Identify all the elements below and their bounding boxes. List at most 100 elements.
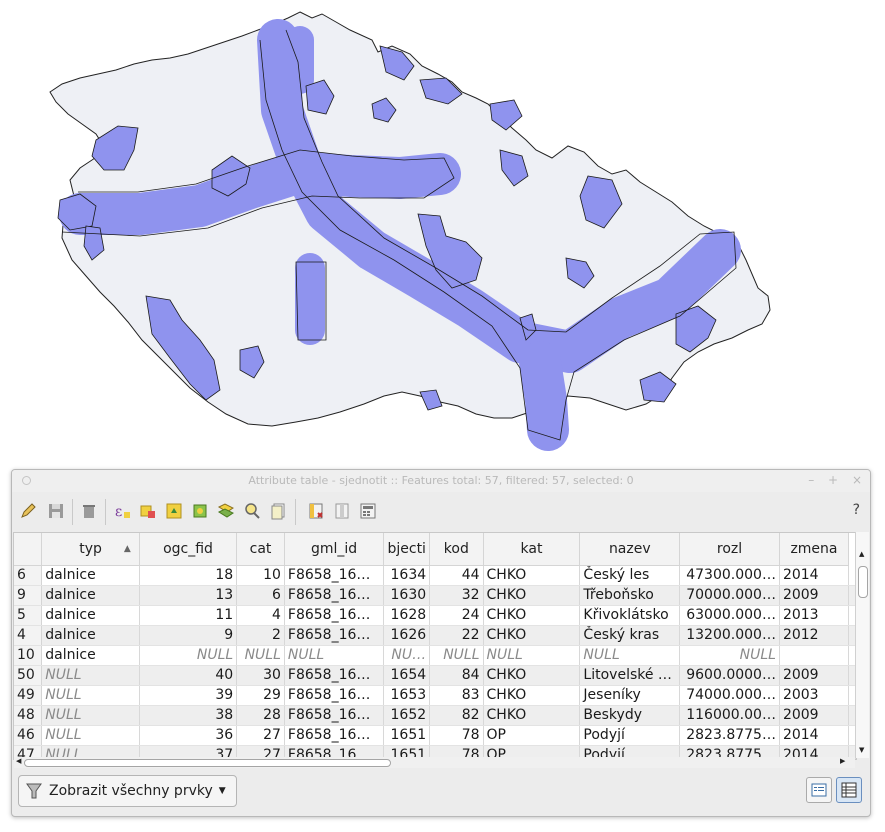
cell-kod[interactable]: 84 [429, 665, 484, 686]
cell-gml_id[interactable]: NULL [284, 645, 385, 666]
cell-gml_id[interactable]: F8658_16… [284, 605, 385, 626]
zoom-to-selection-icon[interactable] [240, 499, 264, 523]
column-header-typ[interactable]: typ ▲ [41, 533, 140, 566]
cell-gml_id[interactable]: F8658_16… [284, 585, 385, 606]
scroll-down-icon[interactable]: ▼ [859, 746, 864, 754]
cell-kat[interactable]: OP [483, 725, 581, 746]
map-canvas[interactable] [0, 0, 885, 470]
cell-rozl[interactable]: NULL [679, 645, 780, 666]
cell-kat[interactable]: CHKO [483, 605, 581, 626]
cell-gml_id[interactable]: F8658_16… [284, 565, 385, 586]
cell-nazev[interactable]: Třeboňsko [579, 585, 681, 606]
save-icon[interactable] [44, 499, 68, 523]
cell-bjecti[interactable]: 1651 [383, 725, 431, 746]
column-header-nazev[interactable]: nazev [579, 533, 681, 566]
cell-nazev[interactable]: Křivoklátsko [579, 605, 681, 626]
cell-typ[interactable]: dalnice [41, 625, 140, 646]
field-calculator-icon[interactable] [356, 499, 380, 523]
invert-selection-icon[interactable] [162, 499, 186, 523]
cell-rozl[interactable]: 74000.000… [679, 685, 780, 706]
cell-rozl[interactable]: 116000.00… [679, 705, 780, 726]
cell-zmena[interactable]: 2012 [779, 625, 850, 646]
cell-kod[interactable]: 83 [429, 685, 484, 706]
copy-icon[interactable] [266, 499, 290, 523]
delete-field-icon[interactable] [330, 499, 354, 523]
cell-kod[interactable]: 82 [429, 705, 484, 726]
cell-typ[interactable]: dalnice [41, 585, 140, 606]
cell-nazev[interactable]: Český les [579, 565, 681, 586]
cell-kat[interactable]: CHKO [483, 565, 581, 586]
cell-zmena[interactable]: 2013 [779, 605, 850, 626]
cell-rozl[interactable]: 9600.0000… [679, 665, 780, 686]
row-header[interactable]: 10 [14, 645, 43, 666]
table-row[interactable]: 46 NULL 36 27 F8658_16… 1651 78 OP Podyjí 2823.87… [14, 725, 856, 746]
cell-bjecti[interactable]: 1652 [383, 705, 431, 726]
row-header[interactable]: 49 [14, 685, 43, 706]
cell-cat[interactable]: 2 [236, 625, 285, 646]
table-row[interactable]: 10 dalnice NULL NULL NULL NU… NULL NULL NULL NULL [14, 645, 856, 666]
cell-cat[interactable]: 6 [236, 585, 285, 606]
cell-rozl[interactable]: 63000.000… [679, 605, 780, 626]
cell-ogc_fid[interactable]: 39 [139, 685, 238, 706]
cell-rozl[interactable]: 2823.8775… [679, 725, 780, 746]
cell-kat[interactable]: CHKO [483, 705, 581, 726]
cell-kat[interactable]: CHKO [483, 685, 581, 706]
row-header[interactable]: 4 [14, 625, 43, 646]
cell-bjecti[interactable]: 1628 [383, 605, 431, 626]
table-row[interactable]: 49 NULL 39 29 F8658_16… 1653 83 CHKO Jeseníky 740… [14, 685, 856, 706]
deselect-icon[interactable] [188, 499, 212, 523]
help-button[interactable]: ? [853, 502, 860, 518]
cell-zmena[interactable]: 2014 [779, 565, 850, 586]
minimize-button[interactable]: – [808, 473, 814, 487]
cell-ogc_fid[interactable]: 38 [139, 705, 238, 726]
cell-cat[interactable]: 28 [236, 705, 285, 726]
cell-bjecti[interactable]: 1634 [383, 565, 431, 586]
cell-typ[interactable]: dalnice [41, 645, 140, 666]
cell-ogc_fid[interactable]: 11 [139, 605, 238, 626]
window-titlebar[interactable]: Attribute table - sjednotit :: Features … [12, 470, 870, 492]
cell-bjecti[interactable]: NU… [383, 645, 431, 666]
cell-gml_id[interactable]: F8658_16… [284, 665, 385, 686]
cell-kat[interactable]: CHKO [483, 585, 581, 606]
horizontal-scrollbar[interactable]: ◀ ▶ [14, 757, 855, 768]
delete-icon[interactable] [77, 499, 101, 523]
cell-rozl[interactable]: 70000.000… [679, 585, 780, 606]
column-header-bjecti[interactable]: bjecti [383, 533, 431, 566]
cell-rozl[interactable]: 47300.000… [679, 565, 780, 586]
cell-bjecti[interactable]: 1653 [383, 685, 431, 706]
cell-gml_id[interactable]: F8658_16… [284, 625, 385, 646]
column-header-zmena[interactable]: zmena [779, 533, 850, 566]
scroll-left-icon[interactable]: ◀ [16, 757, 21, 765]
cell-cat[interactable]: 4 [236, 605, 285, 626]
cell-bjecti[interactable]: 1626 [383, 625, 431, 646]
table-row[interactable]: 48 NULL 38 28 F8658_16… 1652 82 CHKO Beskydy 1160… [14, 705, 856, 726]
cell-zmena[interactable]: 2003 [779, 685, 850, 706]
cell-gml_id[interactable]: F8658_16… [284, 685, 385, 706]
attribute-grid[interactable]: typ ▲ ogc_fid cat gml_id bjecti kod kat n… [13, 532, 857, 760]
cell-kod[interactable]: 78 [429, 725, 484, 746]
table-row[interactable]: 4 dalnice 9 2 F8658_16… 1626 22 CHKO Český kras 1… [14, 625, 856, 646]
select-all-icon[interactable] [136, 499, 160, 523]
table-row[interactable]: 9 dalnice 13 6 F8658_16… 1630 32 CHKO Třeboňsko 7… [14, 585, 856, 606]
cell-kod[interactable]: 24 [429, 605, 484, 626]
cell-cat[interactable]: 29 [236, 685, 285, 706]
column-header-cat[interactable]: cat [236, 533, 285, 566]
cell-zmena[interactable]: 2009 [779, 585, 850, 606]
cell-kod[interactable]: 44 [429, 565, 484, 586]
form-view-button[interactable] [806, 777, 832, 803]
cell-nazev[interactable]: NULL [579, 645, 681, 666]
horizontal-scroll-thumb[interactable] [24, 759, 391, 767]
table-row[interactable]: 6 dalnice 18 10 F8658_16… 1634 44 CHKO Český les… [14, 565, 856, 586]
expression-select-icon[interactable]: ε [110, 499, 134, 523]
cell-cat[interactable]: 27 [236, 725, 285, 746]
row-header[interactable]: 50 [14, 665, 43, 686]
cell-gml_id[interactable]: F8658_16… [284, 705, 385, 726]
vertical-scroll-thumb[interactable] [858, 566, 868, 598]
cell-zmena[interactable]: 2009 [779, 665, 850, 686]
filter-dropdown-button[interactable]: Zobrazit všechny prvky ▼ [18, 775, 237, 807]
cell-ogc_fid[interactable]: 36 [139, 725, 238, 746]
filter-selection-icon[interactable] [214, 499, 238, 523]
row-header[interactable]: 6 [14, 565, 43, 586]
corner-header[interactable] [14, 533, 43, 566]
cell-nazev[interactable]: Jeseníky [579, 685, 681, 706]
